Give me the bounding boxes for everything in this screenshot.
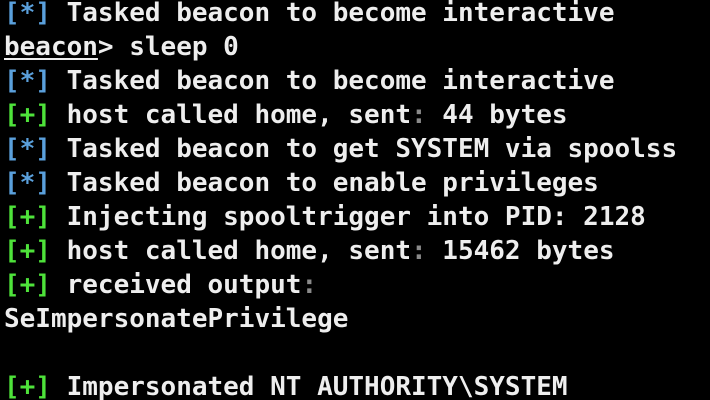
console-message-value: 15462 bytes (426, 236, 615, 266)
console-line: [*] Tasked beacon to become interactive (4, 64, 710, 98)
console-message: Tasked beacon to enable privileges (66, 168, 599, 198)
console-message: Tasked beacon to become interactive (66, 0, 615, 28)
console-line: [*] Tasked beacon to get SYSTEM via spoo… (4, 132, 710, 166)
console-line: [+] Injecting spooltrigger into PID: 212… (4, 200, 710, 234)
info-tag: [*] (4, 168, 51, 198)
typed-command: > sleep 0 (97, 32, 239, 62)
separator-colon: : (301, 270, 318, 300)
info-tag: [*] (4, 66, 51, 96)
console-line: [+] Impersonated NT AUTHORITY\SYSTEM (4, 370, 710, 400)
console-message-value: 44 bytes (426, 100, 568, 130)
console-message: host called home, sent (66, 100, 411, 130)
console-message: host called home, sent (66, 236, 411, 266)
command-output: SeImpersonatePrivilege (4, 304, 349, 334)
console-message: Tasked beacon to become interactive (66, 66, 615, 96)
separator-colon: : (411, 236, 427, 266)
console-message: Injecting spooltrigger into PID: 2128 (66, 202, 646, 232)
console-line: [*] Tasked beacon to enable privileges (4, 166, 710, 200)
success-tag: [+] (4, 202, 51, 232)
console-line: [*] Tasked beacon to become interactive (4, 0, 710, 30)
console-line: [+] received output: (4, 268, 710, 302)
beacon-console[interactable]: [*] Tasked beacon to become interactive … (0, 0, 710, 400)
console-line: [+] host called home, sent: 44 bytes (4, 98, 710, 132)
console-line: [+] host called home, sent: 15462 bytes (4, 234, 710, 268)
beacon-prompt: beacon (4, 32, 98, 62)
console-command-line: beacon> sleep 0 (4, 30, 710, 64)
separator-colon: : (411, 100, 427, 130)
console-message: received output (66, 270, 302, 300)
success-tag: [+] (4, 236, 51, 266)
console-message: Tasked beacon to get SYSTEM via spoolss (66, 134, 678, 164)
info-tag: [*] (4, 0, 51, 28)
info-tag: [*] (4, 134, 51, 164)
success-tag: [+] (4, 100, 51, 130)
console-message: Impersonated NT AUTHORITY\SYSTEM (66, 372, 568, 400)
console-output-line: SeImpersonatePrivilege (4, 302, 710, 336)
success-tag: [+] (4, 372, 51, 400)
success-tag: [+] (4, 270, 51, 300)
